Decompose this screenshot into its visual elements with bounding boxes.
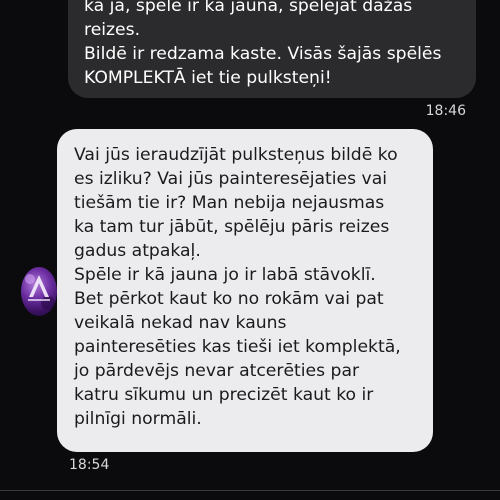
incoming-message-line: katru sīkumu un precizēt kaut ko ir bbox=[74, 385, 374, 405]
incoming-message-line: pilnīgi normāli. bbox=[74, 409, 202, 429]
incoming-message-line: Bet pērkot kaut ko no rokām vai pat bbox=[74, 289, 384, 309]
incoming-message-line: ka tam tur jābūt, spēlēju pāris reizes bbox=[74, 217, 390, 237]
outgoing-message-line: reizes. bbox=[84, 20, 141, 40]
outgoing-message-line: KOMPLEKTĀ iet tie pulksteņi! bbox=[84, 68, 332, 88]
incoming-message-line: tiešām tie ir? Man nebija nejausmas bbox=[74, 193, 385, 213]
outgoing-message-timestamp: 18:46 bbox=[425, 103, 466, 119]
incoming-message-line: Vai jūs ieraudzījāt pulksteņus bildē ko bbox=[74, 145, 398, 165]
incoming-message-line: jo pārdevējs nevar atcerēties par bbox=[74, 361, 360, 381]
incoming-message-line: veikalā nekad nav kauns bbox=[74, 313, 287, 333]
incoming-message-bubble[interactable]: Vai jūs ieraudzījāt pulksteņus bildē ko … bbox=[57, 129, 433, 452]
outgoing-message-bubble[interactable]: ka jā, spēle ir kā jauna, spēlējāt dažas… bbox=[68, 0, 476, 98]
sender-avatar[interactable] bbox=[21, 267, 57, 316]
purple-triangle-avatar-icon bbox=[25, 274, 55, 310]
incoming-message-line: es izliku? Vai jūs painteresējaties vai bbox=[74, 169, 388, 189]
outgoing-message-line: ka jā, spēle ir kā jauna, spēlējāt dažas bbox=[84, 0, 413, 16]
chat-thread: ka jā, spēle ir kā jauna, spēlējāt dažas… bbox=[0, 0, 500, 500]
composer-divider bbox=[0, 490, 500, 491]
incoming-message-line: Spēle ir kā jauna jo ir labā stāvoklī. bbox=[74, 265, 376, 285]
incoming-message-line: painteresēties kas tieši iet komplektā, bbox=[74, 337, 401, 357]
outgoing-message-line: Bildē ir redzama kaste. Visās šajās spēl… bbox=[84, 44, 442, 64]
incoming-message-timestamp: 18:54 bbox=[69, 457, 110, 473]
incoming-message-line: gadus atpakaļ. bbox=[74, 241, 201, 261]
